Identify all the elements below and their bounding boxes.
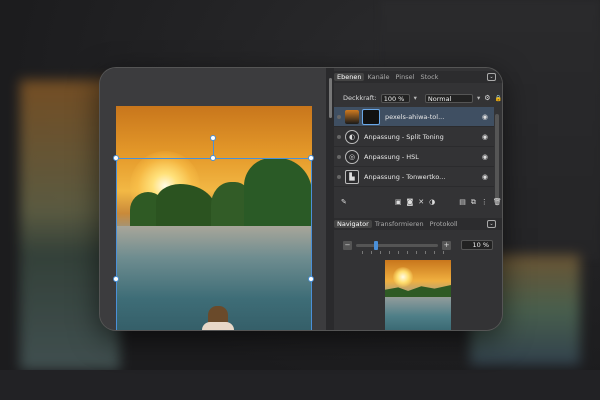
handle-middle-right[interactable] (308, 276, 314, 282)
eye-icon[interactable]: ◉ (482, 153, 488, 161)
preview-cliffs (385, 285, 451, 297)
layers-list: pexels-ahiwa-tol... ◉ ◐ Anpassung - Spli… (334, 107, 494, 187)
tab-stock[interactable]: Stock (417, 73, 441, 81)
selection-right-edge (311, 158, 312, 330)
layer-row[interactable]: pexels-ahiwa-tol... ◉ (334, 107, 494, 127)
handle-top-middle[interactable] (210, 155, 216, 161)
zoom-in-button[interactable]: + (442, 240, 451, 250)
mask-icon[interactable]: ◙ (407, 198, 414, 206)
handle-middle-left[interactable] (113, 276, 119, 282)
tab-transformieren[interactable]: Transformieren (372, 220, 427, 228)
selection-left-edge (116, 158, 117, 330)
app-window: Ebenen Kanäle Pinsel Stock ⌄ Deckkraft: … (100, 68, 502, 330)
opacity-dropdown-icon[interactable]: ▾ (414, 94, 417, 102)
layers-scrollbar[interactable] (495, 114, 499, 204)
zoom-slider[interactable] (356, 240, 438, 250)
trash-icon[interactable]: 🗑 (493, 198, 502, 206)
blend-mode-dropdown-icon[interactable]: ▾ (477, 94, 480, 102)
new-layer-icon[interactable]: ⧉ (471, 198, 476, 207)
tab-protokoll[interactable]: Protokoll (427, 220, 461, 228)
hsl-icon: ◎ (345, 149, 359, 164)
tab-navigator[interactable]: Navigator (334, 220, 372, 228)
eye-icon[interactable]: ◉ (482, 113, 488, 121)
adjustment-icon[interactable]: ✕ (418, 198, 424, 206)
layer-row[interactable]: ◐ Anpassung - Split Toning ◉ (334, 127, 494, 147)
layer-expand-icon[interactable] (337, 115, 341, 119)
split-toning-icon: ◐ (345, 129, 359, 144)
panel-tabs: Ebenen Kanäle Pinsel Stock ⌄ (334, 71, 502, 83)
eye-icon[interactable]: ◉ (482, 173, 488, 181)
layer-mask-thumbnail[interactable] (362, 108, 380, 125)
layer-name: Anpassung - HSL (364, 152, 419, 161)
navigator-tabs: Navigator Transformieren Protokoll ⌄ (334, 218, 502, 230)
cliff (244, 158, 312, 228)
layer-options: Deckkraft: 100 % ▾ Normal ▾ ⚙ 🔒 (334, 92, 502, 104)
layer-expand-icon[interactable] (337, 155, 341, 159)
fx-icon[interactable]: ▣ (395, 198, 402, 206)
zoom-out-button[interactable]: − (343, 240, 352, 250)
preview-sun (393, 267, 413, 287)
zoom-slider-knob[interactable] (374, 240, 378, 250)
zoom-ticks (362, 251, 444, 255)
eye-icon[interactable]: ◉ (482, 133, 488, 141)
handle-top-left[interactable] (113, 155, 119, 161)
layer-name: pexels-ahiwa-tol... (385, 112, 445, 121)
blend-mode-select[interactable]: Normal (424, 93, 473, 103)
cliff (156, 184, 216, 228)
layers-toolbar: ✎ ▣ ◙ ✕ ◑ ▤ ⧉ ⋮ 🗑 (334, 196, 502, 208)
group-icon[interactable]: ▤ (459, 198, 466, 206)
tab-kanaele[interactable]: Kanäle (364, 73, 392, 81)
layer-expand-icon[interactable] (337, 135, 341, 139)
zoom-controls: − + 10 % (334, 238, 502, 252)
layer-thumbnail (345, 109, 359, 124)
layers-panel: Ebenen Kanäle Pinsel Stock ⌄ Deckkraft: … (334, 68, 502, 330)
person-body (202, 322, 234, 330)
layer-row[interactable]: ◎ Anpassung - HSL ◉ (334, 147, 494, 167)
gear-icon[interactable]: ⚙ (484, 94, 490, 102)
layer-expand-icon[interactable] (337, 175, 341, 179)
layer-row[interactable]: ▙ Anpassung - Tonwertko... ◉ (334, 167, 494, 187)
rotation-handle[interactable] (210, 135, 216, 141)
edit-icon[interactable]: ✎ (341, 198, 347, 206)
layer-name: Anpassung - Split Toning (364, 132, 444, 141)
tab-pinsel[interactable]: Pinsel (393, 73, 418, 81)
half-circle-icon[interactable]: ◑ (429, 198, 435, 206)
canvas-scrollbar[interactable] (329, 78, 332, 118)
navigator-preview[interactable] (385, 260, 451, 330)
layer-name: Anpassung - Tonwertko... (364, 172, 446, 181)
panel-menu-icon[interactable]: ⌄ (487, 73, 496, 81)
duplicate-icon[interactable]: ⋮ (481, 198, 488, 206)
handle-top-right[interactable] (308, 155, 314, 161)
zoom-input[interactable]: 10 % (461, 240, 493, 250)
document-canvas[interactable] (100, 68, 326, 330)
levels-icon: ▙ (345, 169, 359, 184)
opacity-label: Deckkraft: (343, 94, 377, 102)
navigator-menu-icon[interactable]: ⌄ (487, 220, 496, 228)
tab-ebenen[interactable]: Ebenen (334, 73, 365, 81)
lock-icon[interactable]: 🔒 (495, 95, 502, 102)
opacity-input[interactable]: 100 % (380, 93, 410, 103)
